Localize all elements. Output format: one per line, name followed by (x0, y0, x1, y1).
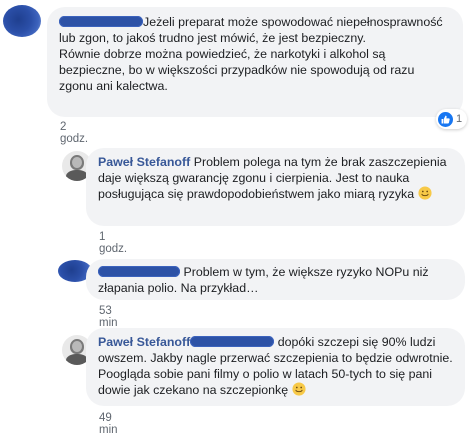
smiley-icon (418, 186, 432, 200)
comment-bubble: Paweł Stefanoff Problem polega na tym że… (86, 148, 465, 226)
like-icon (438, 111, 453, 127)
comment-time[interactable]: 1 godz. (99, 231, 127, 255)
comment-bubble: Problem w tym, że większe ryzyko NOPu ni… (86, 259, 465, 300)
redacted-author-scribble (98, 266, 180, 277)
author-name[interactable]: Paweł Stefanoff (98, 155, 190, 169)
comment-time[interactable]: 49 min (99, 412, 118, 435)
reaction-badge[interactable]: 1 (436, 109, 468, 129)
author-name[interactable]: Paweł Stefanoff (98, 335, 190, 349)
redacted-author-scribble (59, 16, 143, 27)
reaction-count: 1 (456, 113, 463, 125)
comment-bubble: Jeżeli preparat może spowodować niepełno… (47, 7, 463, 117)
smiley-icon (292, 382, 306, 396)
comment-text-continued: Równie dobrze można powiedzieć, że narko… (59, 47, 415, 93)
redacted-mention-scribble (190, 336, 275, 347)
comment-bubble: Paweł Stefanoff dopóki szczepi się 90% l… (86, 328, 465, 406)
comment-time[interactable]: 2 godz. (60, 121, 88, 145)
avatar[interactable] (3, 5, 41, 37)
comment-time[interactable]: 53 min (99, 305, 118, 329)
